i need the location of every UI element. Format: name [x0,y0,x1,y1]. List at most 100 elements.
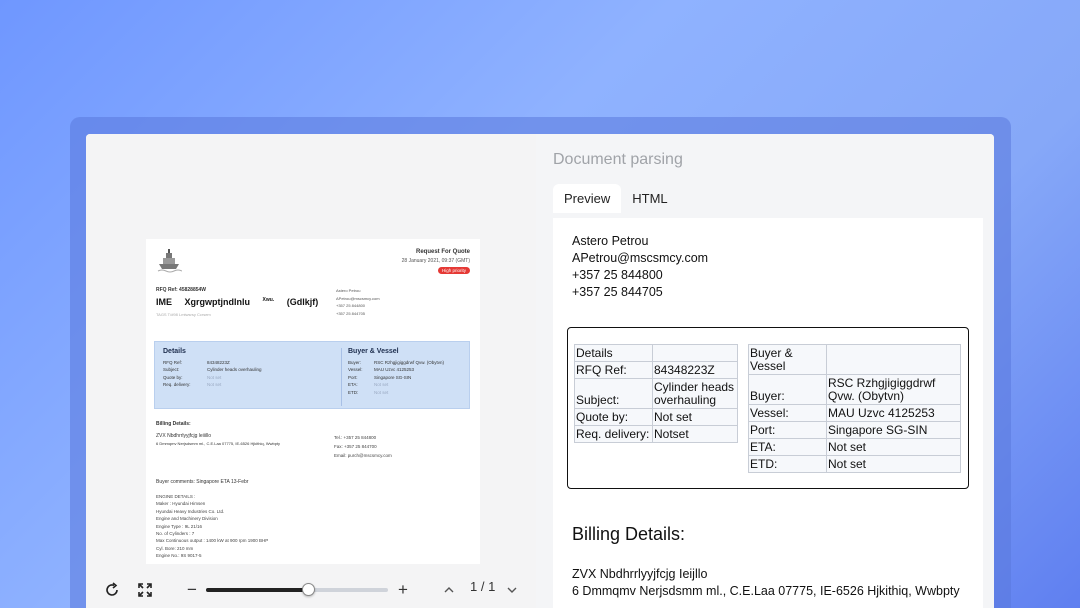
ship-logo-icon [157,249,182,273]
table-cell: Buyer: [748,374,827,405]
doc-buyer-col: Buyer & Vessel Buyer: RSC Rzhgjigiggdrwf … [341,348,466,406]
chevron-up-icon [444,587,454,593]
doc-billing-contact-line: Fax: +357 25 844700 [334,444,377,449]
preview-tables-box: Details RFQ Ref: 84348223Z Subject: Cylind… [567,327,969,489]
details-table: Details RFQ Ref: 84348223Z Subject: Cylind… [574,344,738,443]
doc-billing-contact-line: Email: purch@mscsmcy.com [334,453,392,458]
doc-engine-line: Maker : Hyundai Himsen [156,501,206,507]
zoom-slider[interactable] [206,583,388,596]
expand-icon [138,583,152,597]
doc-buyer-value: Not set [374,382,389,387]
table-cell: Notset [652,425,738,443]
page-indicator: 1 / 1 [470,579,496,594]
doc-rfq-title: Request For Quote [415,249,470,255]
table-cell: Subject: [574,378,653,409]
table-cell: Details [574,344,653,362]
doc-billing-text: ZVX Nbdhrrlyyjfcjg leiiillo 6 Dmmqmv Ner… [156,433,280,447]
zoom-slider-thumb[interactable] [301,583,315,596]
table-cell: Quote by: [574,408,653,426]
doc-detail-value: Cylinder heads overhauling [207,367,262,372]
doc-contact-line: APetrou@mscsmcy.com [336,295,380,301]
document-page: Request For Quote 28 January 2021, 09:37… [146,239,480,564]
preview-panel[interactable]: Astero Petrou APetrou@mscsmcy.com +357 2… [553,218,983,608]
doc-vessel-part: (Gdlkjf) [286,297,319,307]
doc-buyer-key: ETD: [348,389,359,395]
billing-line: 6 Dmmqmv Nerjsdsmm ml., C.E.Laa 07775, I… [572,584,960,598]
doc-vessel-line: IME Xgrgwptjndlnlu Xwu. (Gdlkjf) [156,297,328,307]
doc-detail-key: RFQ Ref: [163,359,183,365]
doc-detail-value: 84348223Z [207,359,230,365]
table-cell: RFQ Ref: [574,361,653,379]
priority-badge: High priority [437,267,470,274]
table-row: ETD: Not set [748,455,961,473]
table-row: Buyer: RSC Rzhgjigiggdrwf Qvw. (Obytvn) [748,374,961,405]
doc-buyer-comments: Buyer comments: Singapore ETA 13-Febr [156,479,249,485]
buyer-vessel-table: Buyer & Vessel Buyer: RSC Rzhgjigiggdrwf … [748,344,961,473]
preview-contact-line: +357 25 844800 [572,268,663,282]
doc-buyer-title: Buyer & Vessel [348,348,399,355]
table-cell: Buyer & Vessel [748,344,827,375]
pane-title: Document parsing [553,151,683,168]
table-row: Quote by: Not set [574,408,738,426]
table-cell: Port: [748,421,827,439]
doc-contact-line: Astero Petrou [336,288,361,293]
zoom-out-button[interactable]: − [179,577,205,603]
next-page-button[interactable] [499,577,525,603]
view-tabs: Preview HTML [553,184,679,213]
table-cell: 84348223Z [652,361,738,379]
app-window: Request For Quote 28 January 2021, 09:37… [86,134,994,608]
doc-vessel-part: Xgrgwptjndlnlu [184,297,251,307]
prev-page-button[interactable] [436,577,462,603]
document-viewer[interactable]: Request For Quote 28 January 2021, 09:37… [86,134,536,608]
zoom-in-button[interactable]: + [390,577,416,603]
doc-engine-line: Engine and Machinery Division [156,516,218,522]
fit-screen-button[interactable] [132,577,158,603]
doc-engine-line: Engine No.: 9S 9017-5 [156,553,202,559]
table-cell [652,344,738,362]
zoom-slider-fill [206,588,308,592]
doc-engine-line: ENGINE DETAILS : [156,494,196,499]
doc-rfq-ref: RFQ Ref: 45828854W [156,287,207,293]
doc-buyer-value: Not set [374,389,389,395]
table-cell: Singapore SG-SIN [826,421,961,439]
table-cell: Not set [826,438,961,456]
doc-buyer-value: MAU Uzvc 4125253 [374,367,415,372]
table-row: RFQ Ref: 84348223Z [574,361,738,379]
chevron-down-icon [507,587,517,593]
table-cell: Vessel: [748,404,827,422]
doc-buyer-value: Singapore SG-SIN [374,374,412,380]
doc-details-title: Details [163,348,186,355]
doc-engine-line: Hyundai Heavy Industries Co. Ltd. [156,508,225,514]
minus-icon: − [187,580,197,599]
preview-contact-line: +357 25 844705 [572,285,663,299]
table-cell: ETD: [748,455,827,473]
doc-date: 28 January 2021, 09:37 (GMT) [401,258,470,264]
plus-icon: + [398,580,408,599]
table-row: Req. delivery: Notset [574,425,738,443]
doc-buyer-key: Vessel: [348,367,363,372]
doc-billing-contact: Tel.: +357 25 844800 Fax: +357 25 844700… [334,433,392,460]
tab-preview[interactable]: Preview [553,184,622,213]
doc-engine-line: Cyl. Bore: 210 mm [156,545,194,551]
doc-detail-value: Not set [207,382,222,387]
doc-detail-value: Not set [207,374,222,380]
doc-details-box: Details RFQ Ref: 84348223Z Subject: Cylind… [154,341,470,409]
rotate-button[interactable] [99,577,125,603]
doc-vessel-part: IME [156,297,173,307]
table-cell: RSC Rzhgjigiggdrwf Qvw. (Obytvn) [826,374,961,405]
viewer-toolbar: − + 1 / 1 [86,566,536,608]
doc-detail-key: Req. delivery: [163,382,191,387]
doc-contact: Astero Petrou APetrou@mscsmcy.com +357 2… [336,287,380,317]
doc-engine-line: No. of Cylinders : 7 [156,531,195,537]
doc-billing-line: 6 Dmmqmv Nerjsdsmm ml., C.E.Laa 07775, I… [156,441,281,446]
table-row: Subject: Cylinder heads overhauling [574,378,738,409]
tab-html[interactable]: HTML [621,184,678,213]
doc-buyer-key: ETA: [348,382,358,387]
parsing-pane: Document parsing Preview HTML Astero Pet… [536,134,994,608]
table-cell: Req. delivery: [574,425,653,443]
doc-engine-line: Engine Type : 9L 21/16 [156,523,203,529]
preview-contact-line: Astero Petrou [572,234,649,248]
table-cell [826,344,961,375]
table-row: Details [574,344,738,362]
doc-details-col: Details RFQ Ref: 84348223Z Subject: Cylind… [163,348,333,389]
